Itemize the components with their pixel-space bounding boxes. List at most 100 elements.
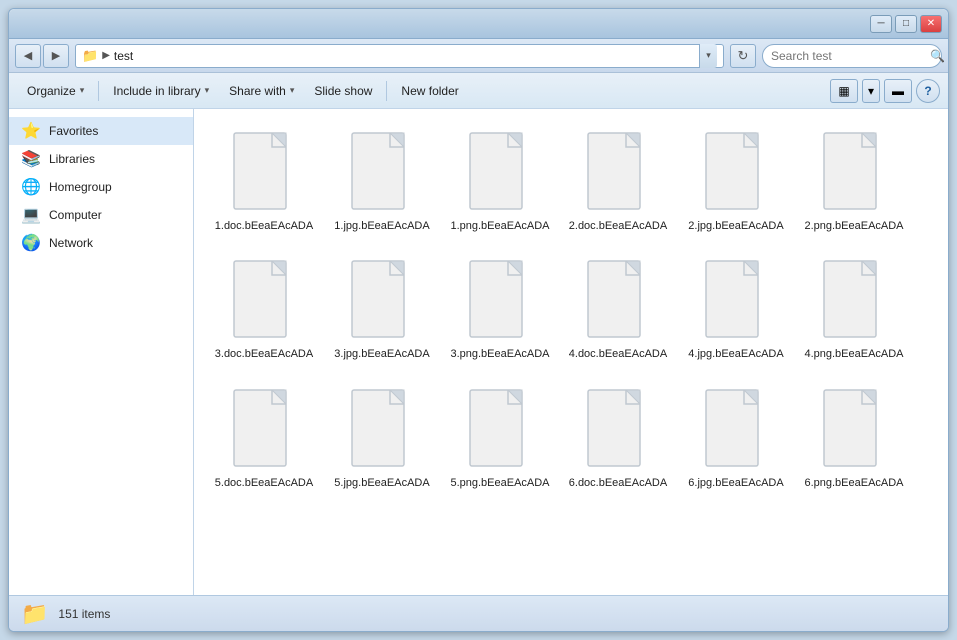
toolbar-separator-2 (386, 81, 387, 101)
list-item[interactable]: 6.doc.bEeaEAcADA (564, 378, 672, 496)
sidebar: ⭐ Favorites 📚 Libraries 🌐 Homegroup 💻 Co… (9, 109, 194, 595)
nav-buttons: ◀ ▶ (15, 44, 69, 68)
file-type-icon (346, 255, 418, 343)
list-item[interactable]: 6.png.bEeaEAcADA (800, 378, 908, 496)
refresh-button[interactable]: ↻ (730, 44, 756, 68)
address-bar: ◀ ▶ 📁 ▶ test ▾ ↻ 🔍 (9, 39, 948, 73)
favorites-icon: ⭐ (21, 121, 41, 141)
back-button[interactable]: ◀ (15, 44, 41, 68)
file-type-icon (228, 384, 300, 472)
list-item[interactable]: 4.png.bEeaEAcADA (800, 249, 908, 367)
status-bar: 📁 151 items (9, 595, 948, 631)
file-type-icon (818, 127, 890, 215)
list-item[interactable]: 3.jpg.bEeaEAcADA (328, 249, 436, 367)
toolbar: Organize ▾ Include in library ▾ Share wi… (9, 73, 948, 109)
file-name-label: 4.doc.bEeaEAcADA (569, 347, 667, 361)
list-item[interactable]: 5.doc.bEeaEAcADA (210, 378, 318, 496)
close-button[interactable]: ✕ (920, 15, 942, 33)
network-icon: 🌍 (21, 233, 41, 253)
network-label: Network (49, 236, 181, 250)
sidebar-item-libraries[interactable]: 📚 Libraries (9, 145, 193, 173)
folder-icon: 📁 (82, 48, 98, 64)
include-chevron: ▾ (205, 85, 210, 96)
sidebar-item-favorites[interactable]: ⭐ Favorites (9, 117, 193, 145)
sidebar-item-network[interactable]: 🌍 Network (9, 229, 193, 257)
search-box[interactable]: 🔍 (762, 44, 942, 68)
explorer-window: ─ □ ✕ ◀ ▶ 📁 ▶ test ▾ ↻ 🔍 Organize ▾ Incl (8, 8, 949, 632)
file-name-label: 5.png.bEeaEAcADA (450, 476, 549, 490)
new-folder-label: New folder (401, 84, 458, 98)
file-name-label: 3.jpg.bEeaEAcADA (334, 347, 429, 361)
list-item[interactable]: 5.jpg.bEeaEAcADA (328, 378, 436, 496)
file-name-label: 2.jpg.bEeaEAcADA (688, 219, 783, 233)
file-name-label: 6.png.bEeaEAcADA (804, 476, 903, 490)
help-button[interactable]: ? (916, 79, 940, 103)
sidebar-item-computer[interactable]: 💻 Computer (9, 201, 193, 229)
slide-show-button[interactable]: Slide show (304, 77, 382, 105)
file-name-label: 2.png.bEeaEAcADA (804, 219, 903, 233)
list-item[interactable]: 1.jpg.bEeaEAcADA (328, 121, 436, 239)
search-input[interactable] (771, 49, 926, 63)
view-icon-button[interactable]: ▦ (830, 79, 858, 103)
file-name-label: 5.jpg.bEeaEAcADA (334, 476, 429, 490)
list-item[interactable]: 2.png.bEeaEAcADA (800, 121, 908, 239)
file-name-label: 1.doc.bEeaEAcADA (215, 219, 313, 233)
sidebar-item-homegroup[interactable]: 🌐 Homegroup (9, 173, 193, 201)
list-item[interactable]: 4.doc.bEeaEAcADA (564, 249, 672, 367)
include-in-library-button[interactable]: Include in library ▾ (103, 77, 219, 105)
list-item[interactable]: 5.png.bEeaEAcADA (446, 378, 554, 496)
share-with-label: Share with (229, 84, 286, 98)
toolbar-separator-1 (98, 81, 99, 101)
forward-button[interactable]: ▶ (43, 44, 69, 68)
path-arrow: ▶ (102, 50, 110, 61)
computer-label: Computer (49, 208, 181, 222)
list-item[interactable]: 3.doc.bEeaEAcADA (210, 249, 318, 367)
new-folder-button[interactable]: New folder (391, 77, 468, 105)
share-chevron: ▾ (290, 85, 295, 96)
list-item[interactable]: 1.png.bEeaEAcADA (446, 121, 554, 239)
file-name-label: 6.doc.bEeaEAcADA (569, 476, 667, 490)
path-text: test (114, 49, 695, 63)
file-type-icon (818, 255, 890, 343)
list-item[interactable]: 4.jpg.bEeaEAcADA (682, 249, 790, 367)
list-item[interactable]: 3.png.bEeaEAcADA (446, 249, 554, 367)
address-path[interactable]: 📁 ▶ test ▾ (75, 44, 724, 68)
file-type-icon (464, 384, 536, 472)
share-with-button[interactable]: Share with ▾ (219, 77, 304, 105)
file-type-icon (582, 127, 654, 215)
organize-chevron: ▾ (80, 85, 85, 96)
file-type-icon (228, 127, 300, 215)
path-dropdown[interactable]: ▾ (699, 44, 717, 68)
homegroup-icon: 🌐 (21, 177, 41, 197)
file-type-icon (582, 384, 654, 472)
include-in-library-label: Include in library (113, 84, 200, 98)
organize-button[interactable]: Organize ▾ (17, 77, 94, 105)
details-view-button[interactable]: ▬ (884, 79, 912, 103)
search-icon[interactable]: 🔍 (930, 49, 945, 63)
favorites-label: Favorites (49, 124, 181, 138)
maximize-button[interactable]: □ (895, 15, 917, 33)
title-bar-buttons: ─ □ ✕ (870, 15, 942, 33)
file-type-icon (464, 127, 536, 215)
file-area: 1.doc.bEeaEAcADA 1.jpg.bEeaEAcADA 1.png.bE… (194, 109, 948, 595)
toolbar-right: ▦ ▾ ▬ ? (830, 79, 940, 103)
minimize-button[interactable]: ─ (870, 15, 892, 33)
file-type-icon (346, 127, 418, 215)
list-item[interactable]: 2.jpg.bEeaEAcADA (682, 121, 790, 239)
list-item[interactable]: 6.jpg.bEeaEAcADA (682, 378, 790, 496)
computer-icon: 💻 (21, 205, 41, 225)
file-name-label: 5.doc.bEeaEAcADA (215, 476, 313, 490)
file-name-label: 6.jpg.bEeaEAcADA (688, 476, 783, 490)
file-type-icon (700, 255, 772, 343)
file-name-label: 4.png.bEeaEAcADA (804, 347, 903, 361)
homegroup-label: Homegroup (49, 180, 181, 194)
file-type-icon (818, 384, 890, 472)
list-item[interactable]: 1.doc.bEeaEAcADA (210, 121, 318, 239)
file-type-icon (464, 255, 536, 343)
file-name-label: 1.jpg.bEeaEAcADA (334, 219, 429, 233)
file-type-icon (700, 384, 772, 472)
list-item[interactable]: 2.doc.bEeaEAcADA (564, 121, 672, 239)
main-content: ⭐ Favorites 📚 Libraries 🌐 Homegroup 💻 Co… (9, 109, 948, 595)
slide-show-label: Slide show (314, 84, 372, 98)
view-dropdown-button[interactable]: ▾ (862, 79, 880, 103)
